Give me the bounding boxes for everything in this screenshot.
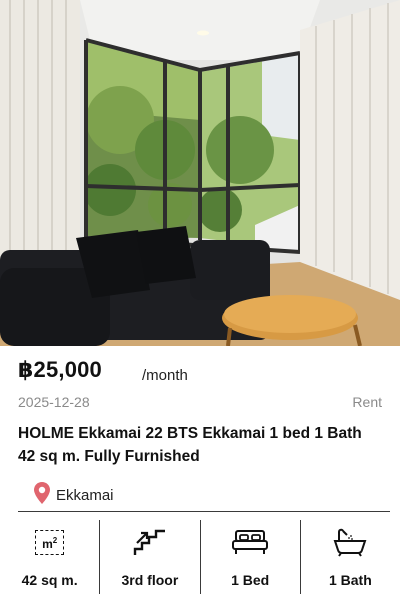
area-value: 42 sq m. — [21, 572, 78, 588]
floor-value: 3rd floor — [121, 572, 179, 588]
feature-list: m2 42 sq m. 3rd floor 1 Bed 1 Bath — [0, 520, 400, 594]
divider — [18, 511, 390, 512]
bed-value: 1 Bed — [231, 572, 270, 588]
area-icon: m2 — [35, 526, 65, 558]
feature-bath: 1 Bath — [301, 520, 400, 594]
bed-icon — [232, 526, 269, 558]
stairs-icon — [133, 526, 167, 558]
location: Ekkamai — [34, 481, 114, 509]
listing-title[interactable]: HOLME Ekkamai 22 BTS Ekkamai 1 bed 1 Bat… — [18, 422, 382, 468]
feature-area: m2 42 sq m. — [0, 520, 101, 594]
map-pin-icon — [34, 481, 50, 509]
listing-photo[interactable] — [0, 0, 400, 346]
bathtub-icon — [333, 526, 367, 558]
area-icon-text: m2 — [35, 529, 65, 555]
location-label: Ekkamai — [56, 486, 114, 504]
price: ฿25,000 — [18, 357, 102, 382]
feature-bed: 1 Bed — [201, 520, 301, 594]
bath-value: 1 Bath — [328, 572, 372, 588]
feature-floor: 3rd floor — [100, 520, 201, 594]
price-period: /month — [142, 367, 188, 384]
listing-date: 2025-12-28 — [18, 394, 90, 410]
listing-type: Rent — [352, 394, 382, 410]
